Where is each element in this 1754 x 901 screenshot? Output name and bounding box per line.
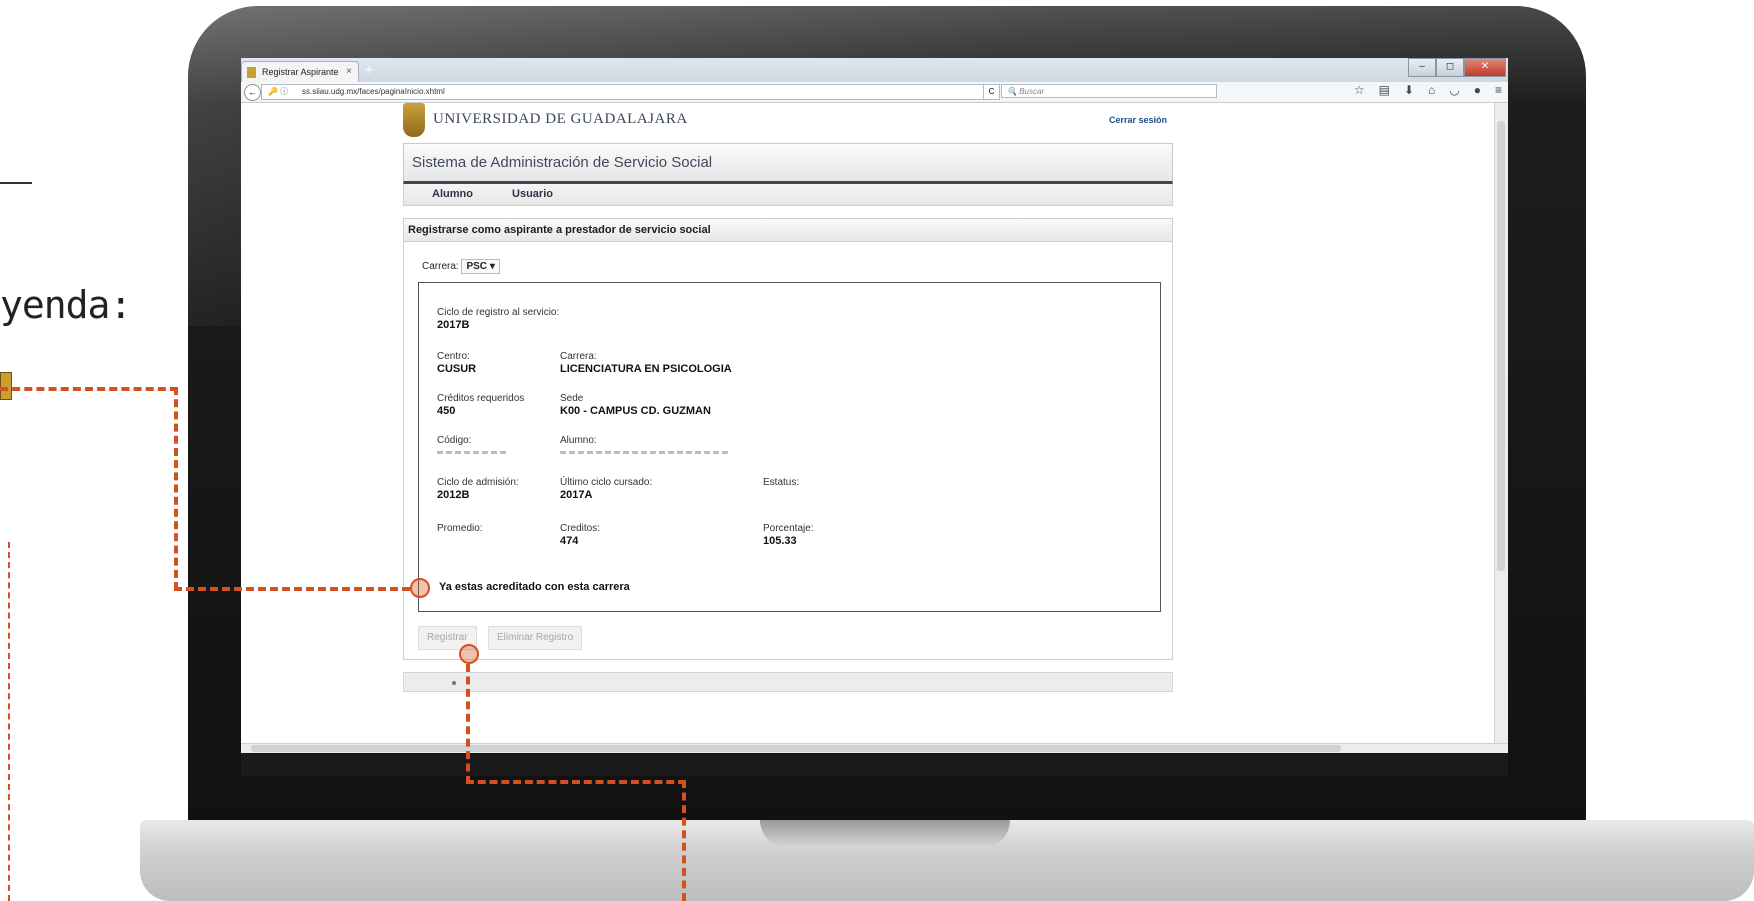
browser-tabbar: Registrar Aspirante × + – ◻ ✕ xyxy=(241,58,1508,82)
alumno-label: Alumno: xyxy=(560,435,597,446)
registration-panel: Registrarse como aspirante a prestador d… xyxy=(403,218,1173,660)
tab-title: Registrar Aspirante xyxy=(262,67,339,77)
laptop-notch xyxy=(760,820,1010,848)
bookmarks-list-icon[interactable]: ▤ xyxy=(1379,83,1390,97)
udg-favicon-icon xyxy=(247,67,256,78)
vertical-scrollbar[interactable] xyxy=(1494,103,1508,743)
centro-label: Centro: xyxy=(437,351,470,362)
menu-item-usuario[interactable]: Usuario xyxy=(512,188,553,200)
ciclo-admision-value: 2012B xyxy=(437,489,470,501)
udg-header: UNIVERSIDAD DE GUADALAJARA Cerrar sesión xyxy=(403,103,1173,143)
home-icon[interactable]: ⌂ xyxy=(1428,83,1435,97)
ciclo-registro-label: Ciclo de registro al servicio: xyxy=(437,307,560,318)
ciclo-admision-label: Ciclo de admisión: xyxy=(437,477,519,488)
carrera-detail-value: LICENCIATURA EN PSICOLOGIA xyxy=(560,363,732,375)
carrera-select-value: PSC xyxy=(466,261,488,272)
student-info-box: Ciclo de registro al servicio: 2017B Cen… xyxy=(418,282,1161,612)
chevron-down-icon: ▾ xyxy=(489,261,495,272)
panel-title: Registrarse como aspirante a prestador d… xyxy=(404,219,1172,242)
vertical-scroll-thumb[interactable] xyxy=(1497,121,1505,571)
slide-divider xyxy=(0,182,32,184)
porcentaje-value: 105.33 xyxy=(763,535,797,547)
sede-value: K00 - CAMPUS CD. GUZMAN xyxy=(560,405,711,417)
ciclo-registro-value: 2017B xyxy=(437,319,470,331)
carrera-select[interactable]: PSC ▾ xyxy=(461,259,500,274)
footer-bullet xyxy=(452,681,456,685)
codigo-redacted xyxy=(437,451,507,454)
search-placeholder: Buscar xyxy=(1019,87,1045,96)
system-title: Sistema de Administración de Servicio So… xyxy=(403,143,1173,184)
callout-marker-register xyxy=(459,644,479,664)
logout-link[interactable]: Cerrar sesión xyxy=(1109,115,1167,125)
menu-icon[interactable]: ≡ xyxy=(1495,83,1502,97)
window-controls: – ◻ ✕ xyxy=(1408,58,1506,77)
main-menu: Alumno Usuario xyxy=(403,184,1173,206)
ultimo-ciclo-value: 2017A xyxy=(560,489,593,501)
reload-icon[interactable]: C xyxy=(983,84,1000,100)
url-bar[interactable]: 🔑 ⓘ ss.siiau.udg.mx/faces/paginaInicio.x… xyxy=(261,84,989,100)
new-tab-icon[interactable]: + xyxy=(365,61,373,77)
carrera-selector: Carrera: PSC ▾ xyxy=(422,259,500,274)
browser-tab[interactable]: Registrar Aspirante × xyxy=(241,61,359,82)
callout-line-alert xyxy=(174,587,410,591)
porcentaje-label: Porcentaje: xyxy=(763,523,814,534)
alumno-redacted xyxy=(560,451,730,454)
accreditation-alert: Ya estas acreditado con esta carrera xyxy=(439,581,630,593)
url-text: ss.siiau.udg.mx/faces/paginaInicio.xhtml xyxy=(302,87,445,96)
callout-line-top xyxy=(0,387,178,391)
codigo-label: Código: xyxy=(437,435,472,446)
creditos-requeridos-label: Créditos requeridos xyxy=(437,393,525,404)
institution-name: UNIVERSIDAD DE GUADALAJARA xyxy=(433,111,688,127)
carrera-detail-label: Carrera: xyxy=(560,351,597,362)
delete-registration-button[interactable]: Eliminar Registro xyxy=(488,626,583,650)
minimize-icon[interactable]: – xyxy=(1408,58,1436,77)
laptop-screen: Registrar Aspirante × + – ◻ ✕ ← 🔑 ⓘ ss.s… xyxy=(241,58,1508,776)
os-taskbar xyxy=(241,753,1508,776)
pocket-icon[interactable]: ◡ xyxy=(1449,83,1459,97)
slide-caption: yenda: xyxy=(0,283,132,327)
search-input[interactable]: 🔍 Buscar xyxy=(1001,84,1217,98)
callout-line-bottom-down xyxy=(682,780,686,901)
promedio-label: Promedio: xyxy=(437,523,483,534)
horizontal-scroll-thumb[interactable] xyxy=(251,745,1341,752)
creditos-label: Creditos: xyxy=(560,523,601,534)
creditos-value: 474 xyxy=(560,535,579,547)
tab-close-icon[interactable]: × xyxy=(346,62,352,82)
carrera-label: Carrera: xyxy=(422,261,459,272)
browser-toolbar: ☆ ▤ ⬇ ⌂ ◡ ● ≡ xyxy=(1354,83,1502,97)
web-page: UNIVERSIDAD DE GUADALAJARA Cerrar sesión… xyxy=(241,103,1495,743)
menu-item-alumno[interactable]: Alumno xyxy=(432,188,473,200)
sede-label: Sede xyxy=(560,393,584,404)
estatus-label: Estatus: xyxy=(763,477,800,488)
creditos-requeridos-value: 450 xyxy=(437,405,456,417)
callout-line-left xyxy=(174,387,178,590)
footer-panel xyxy=(403,672,1173,692)
chat-icon[interactable]: ● xyxy=(1474,83,1481,97)
browser-navbar: ← 🔑 ⓘ ss.siiau.udg.mx/faces/paginaInicio… xyxy=(241,82,1508,103)
site-identity-icon[interactable]: 🔑 ⓘ xyxy=(268,85,288,99)
ultimo-ciclo-label: Último ciclo cursado: xyxy=(560,477,653,488)
udg-shield-icon xyxy=(403,103,425,137)
download-icon[interactable]: ⬇ xyxy=(1404,83,1414,97)
bookmark-star-icon[interactable]: ☆ xyxy=(1354,83,1365,97)
legend-icon xyxy=(0,372,12,400)
page-container: UNIVERSIDAD DE GUADALAJARA Cerrar sesión… xyxy=(403,103,1173,692)
callout-marker-alert xyxy=(410,578,430,598)
close-window-icon[interactable]: ✕ xyxy=(1464,58,1506,77)
callout-line-dotted xyxy=(8,542,10,901)
maximize-icon[interactable]: ◻ xyxy=(1436,58,1464,77)
callout-line-bottom xyxy=(466,780,686,784)
back-icon[interactable]: ← xyxy=(244,84,261,101)
centro-value: CUSUR xyxy=(437,363,477,375)
callout-line-register xyxy=(466,664,470,784)
